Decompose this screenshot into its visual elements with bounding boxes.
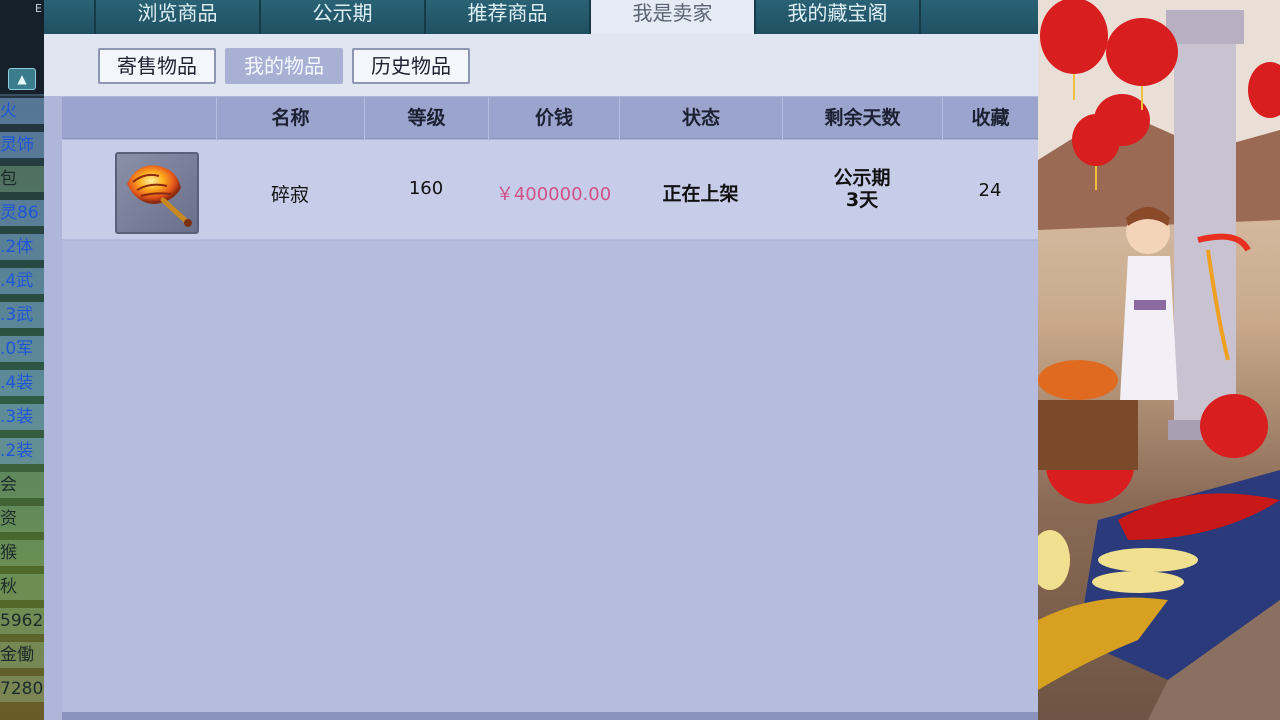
header-status: 状态 xyxy=(619,97,782,139)
sub-tab-bar: 寄售物品 我的物品 历史物品 xyxy=(44,34,1038,96)
strip-text-line[interactable]: .2装 xyxy=(0,438,44,464)
tab-browse-goods[interactable]: 浏览商品 xyxy=(96,0,261,34)
trading-panel: 浏览商品 公示期 推荐商品 我是卖家 我的藏宝阁 寄售物品 我的物品 历史物品 … xyxy=(44,0,1038,720)
collapse-up-button[interactable]: ▲ xyxy=(8,68,36,90)
tab-i-am-seller[interactable]: 我是卖家 xyxy=(591,0,756,34)
minimap-corner: E ▲ xyxy=(0,0,44,96)
game-scene-illustration xyxy=(1038,0,1280,720)
remaining-period: 公示期 xyxy=(833,167,891,189)
strip-text-line[interactable]: .3装 xyxy=(0,404,44,430)
strip-text-line[interactable]: 5962 xyxy=(0,608,44,634)
item-remaining: 公示期 3天 xyxy=(782,167,942,211)
strip-text-line[interactable]: .4装 xyxy=(0,370,44,396)
top-tab-bar: 浏览商品 公示期 推荐商品 我是卖家 我的藏宝阁 xyxy=(44,0,1038,34)
strip-text-line[interactable]: 火 xyxy=(0,98,44,124)
table-bottom-bar xyxy=(62,712,1038,720)
left-game-strip: E ▲ 火灵饰包灵86 .2体 .4武 .3武 .0军 .4装 .3装 .2装会资猴秋 5962… xyxy=(0,0,44,720)
strip-text-line[interactable]: 资 xyxy=(0,506,44,532)
header-name: 名称 xyxy=(216,97,364,139)
item-status: 正在上架 xyxy=(662,183,739,205)
table-empty-area xyxy=(62,241,1038,713)
header-favorites: 收藏 xyxy=(942,97,1038,139)
strip-text-line[interactable]: .3武 xyxy=(0,302,44,328)
strip-text-line[interactable]: 会 xyxy=(0,472,44,498)
header-level: 等级 xyxy=(364,97,488,139)
strip-text-line[interactable]: .0军 xyxy=(0,336,44,362)
weapon-fan-icon[interactable] xyxy=(115,152,199,234)
corner-label: E xyxy=(35,2,42,15)
header-remaining-days: 剩余天数 xyxy=(782,97,942,139)
strip-text-line[interactable]: .4武 xyxy=(0,268,44,294)
strip-text-line[interactable]: .2体 xyxy=(0,234,44,260)
item-name: 碎寂 xyxy=(270,184,309,206)
tab-partial-left[interactable] xyxy=(44,0,96,34)
strip-text-line[interactable]: 猴 xyxy=(0,540,44,566)
subtab-my-items[interactable]: 我的物品 xyxy=(225,48,343,84)
item-price: ￥400000.00 xyxy=(495,184,612,205)
strip-text-line[interactable]: 包 xyxy=(0,166,44,192)
tab-recommended[interactable]: 推荐商品 xyxy=(426,0,591,34)
strip-text-line[interactable]: 金働 xyxy=(0,642,44,668)
item-favorites: 24 xyxy=(978,180,1002,201)
header-icon xyxy=(62,97,216,139)
subtab-history[interactable]: 历史物品 xyxy=(352,48,470,84)
strip-text-line[interactable]: 灵86 xyxy=(0,200,44,226)
tab-public-period[interactable]: 公示期 xyxy=(261,0,426,34)
tab-partial-right[interactable] xyxy=(921,0,1038,34)
remaining-days: 3天 xyxy=(845,189,879,211)
strip-text-line[interactable]: 7280 xyxy=(0,676,44,702)
item-level: 160 xyxy=(408,178,444,199)
table-row[interactable]: 碎寂 160 ￥400000.00 正在上架 公示期 3天 24 xyxy=(62,140,1038,240)
header-price: 价钱 xyxy=(488,97,619,139)
subtab-consignment[interactable]: 寄售物品 xyxy=(98,48,216,84)
tab-my-treasure[interactable]: 我的藏宝阁 xyxy=(756,0,921,34)
strip-text-line[interactable]: 秋 xyxy=(0,574,44,600)
table-header: 名称 等级 价钱 状态 剩余天数 收藏 xyxy=(62,97,1038,139)
strip-text-line[interactable]: 灵饰 xyxy=(0,132,44,158)
